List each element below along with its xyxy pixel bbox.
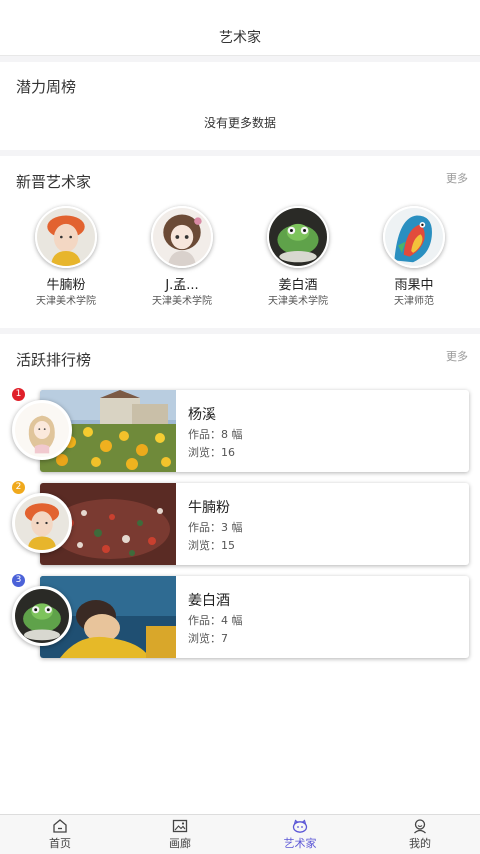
empty-message: 没有更多数据: [203, 116, 276, 130]
avatar: [12, 586, 72, 646]
new-artists-more-link[interactable]: 更多: [446, 170, 468, 186]
artist-name: 杨溪: [188, 407, 216, 423]
nav-item-artist[interactable]: 艺术家: [240, 815, 360, 854]
rank-badge: 2: [12, 481, 25, 494]
nav-label: 首页: [49, 837, 71, 850]
weekly-ranking-section: 潜力周榜 没有更多数据: [0, 62, 480, 150]
nav-label: 画廊: [169, 837, 191, 850]
artist-name: 姜白酒: [278, 278, 318, 293]
works-count: 作品：4 幅: [188, 614, 243, 627]
artist-school: 天津美术学院: [268, 296, 328, 307]
artist-school: 天津美术学院: [152, 296, 212, 307]
ranking-card[interactable]: 牛腩粉 作品：3 幅 浏览：15: [40, 483, 469, 565]
artist-icon: [292, 818, 308, 834]
bottom-navigation: 首页 画廊 艺术家 我的: [0, 814, 480, 854]
works-count: 作品：8 幅: [188, 428, 243, 441]
rank-badge: 3: [12, 574, 25, 587]
new-artist-card[interactable]: 姜白酒 天津美术学院: [258, 206, 338, 308]
page-title: 艺术家: [219, 30, 261, 46]
nav-item-gallery[interactable]: 画廊: [120, 815, 240, 854]
nav-item-profile[interactable]: 我的: [360, 815, 480, 854]
nav-item-home[interactable]: 首页: [0, 815, 120, 854]
views-count: 浏览：16: [188, 446, 235, 459]
nav-label: 我的: [409, 837, 431, 850]
views-count: 浏览：7: [188, 632, 228, 645]
artist-name: 牛腩粉: [46, 278, 86, 293]
new-artist-card[interactable]: 牛腩粉 天津美术学院: [26, 206, 106, 308]
new-artist-card[interactable]: 雨果中 天津师范: [374, 206, 454, 308]
rank-badge: 1: [12, 388, 25, 401]
artist-school: 天津师范: [394, 296, 434, 307]
avatar: [35, 206, 97, 268]
views-count: 浏览：15: [188, 539, 235, 552]
artist-school: 天津美术学院: [36, 296, 96, 307]
artist-name: 雨果中: [394, 278, 434, 293]
active-ranking-section: 活跃排行榜 更多 杨溪 作品：8 幅 浏览：16 1 牛腩粉 作品：3 幅 浏览…: [0, 334, 480, 814]
ranking-row[interactable]: 杨溪 作品：8 幅 浏览：16 1: [0, 388, 480, 472]
nav-label: 艺术家: [283, 837, 317, 850]
new-artists-section: 新晋艺术家 更多 牛腩粉 天津美术学院 J.孟... 天津美术学院 姜白酒 天津…: [0, 156, 480, 328]
ranking-card[interactable]: 姜白酒 作品：4 幅 浏览：7: [40, 576, 469, 658]
profile-icon: [412, 818, 428, 834]
ranking-card[interactable]: 杨溪 作品：8 幅 浏览：16: [40, 390, 469, 472]
avatar: [151, 206, 213, 268]
avatar: [383, 206, 445, 268]
new-artists-title: 新晋艺术家: [16, 173, 92, 191]
artist-name: J.孟...: [165, 278, 199, 293]
weekly-ranking-title: 潜力周榜: [16, 78, 77, 96]
app-header: 艺术家: [0, 0, 480, 56]
new-artist-card[interactable]: J.孟... 天津美术学院: [142, 206, 222, 308]
artist-name: 牛腩粉: [188, 500, 230, 516]
active-ranking-more-link[interactable]: 更多: [446, 348, 468, 364]
active-ranking-title: 活跃排行榜: [16, 351, 92, 369]
works-count: 作品：3 幅: [188, 521, 243, 534]
home-icon: [52, 818, 68, 834]
gallery-icon: [172, 818, 188, 834]
artist-name: 姜白酒: [188, 593, 230, 609]
avatar: [267, 206, 329, 268]
avatar: [12, 400, 72, 460]
ranking-row[interactable]: 姜白酒 作品：4 幅 浏览：7 3: [0, 574, 480, 658]
ranking-row[interactable]: 牛腩粉 作品：3 幅 浏览：15 2: [0, 481, 480, 565]
avatar: [12, 493, 72, 553]
